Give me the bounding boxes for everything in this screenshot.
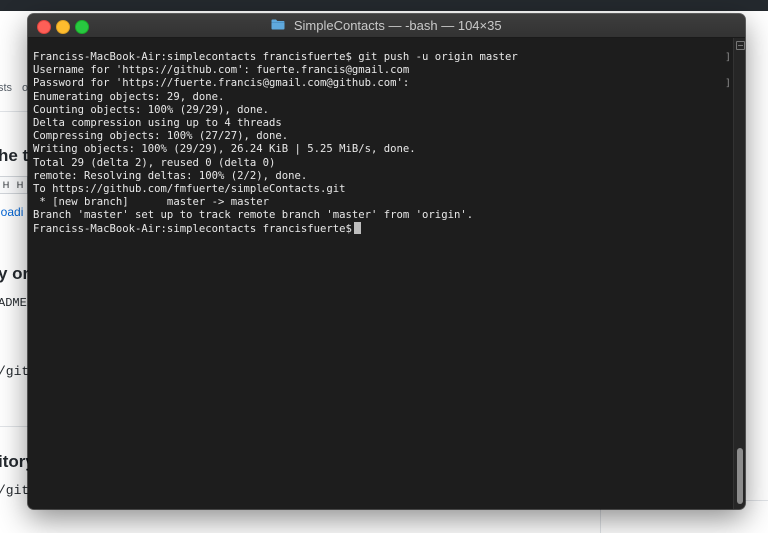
vertical-scrollbar[interactable]	[733, 38, 745, 509]
bg-link[interactable]: loadi	[0, 205, 23, 219]
terminal-line: Writing objects: 100% (29/29), 26.24 KiB…	[33, 143, 416, 156]
terminal-prompt: Franciss-MacBook-Air:simplecontacts fran…	[33, 223, 352, 236]
browser-top-bar	[0, 0, 768, 11]
bg-button-label: H	[16, 180, 24, 190]
bg-button-label: H	[2, 180, 10, 190]
bg-button[interactable]: H	[13, 176, 28, 194]
terminal-prompt-line[interactable]: Franciss-MacBook-Air:simplecontacts fran…	[33, 222, 518, 235]
terminal-line: Password for 'https://fuerte.francis@gma…	[33, 77, 410, 90]
bg-button[interactable]: H	[0, 176, 14, 194]
terminal-line: Branch 'master' set up to track remote b…	[33, 209, 474, 222]
scrollbar-thumb[interactable]	[737, 448, 743, 504]
terminal-line: Delta compression using up to 4 threads	[33, 116, 282, 129]
terminal-line: To https://github.com/fmfuerte/simpleCon…	[33, 182, 346, 195]
terminal-line: Compressing objects: 100% (27/27), done.	[33, 130, 289, 143]
terminal-line: * [new branch] master -> master	[33, 196, 269, 209]
scroll-top-icon[interactable]	[736, 41, 745, 50]
terminal-line: remote: Resolving deltas: 100% (2/2), do…	[33, 169, 308, 182]
terminal-output[interactable]: Franciss-MacBook-Air:simplecontacts fran…	[28, 38, 733, 509]
window-title-wrap: SimpleContacts — -bash — 104×35	[28, 14, 745, 37]
title-bar[interactable]: SimpleContacts — -bash — 104×35	[28, 14, 745, 38]
bg-code: /git	[0, 483, 30, 498]
bg-code: ADME	[0, 296, 27, 310]
text-cursor	[353, 222, 361, 235]
terminal-window[interactable]: SimpleContacts — -bash — 104×35 Franciss…	[28, 14, 745, 509]
bg-divider	[745, 500, 768, 501]
terminal-line: Total 29 (delta 2), reused 0 (delta 0)	[33, 156, 276, 169]
terminal-line: Username for 'https://github.com': fuert…	[33, 64, 410, 77]
window-title: SimpleContacts — -bash — 104×35	[293, 18, 502, 34]
terminal-line: Enumerating objects: 29, done.	[33, 90, 225, 103]
desktop-stage: sts o he th H H loadi y on ADME /git ito…	[0, 0, 768, 533]
bracket-mark: ]	[725, 52, 732, 63]
terminal-lines: Franciss-MacBook-Air:simplecontacts fran…	[33, 51, 518, 236]
bg-code: /git	[0, 364, 30, 379]
folder-icon	[271, 14, 285, 37]
bg-fragment: sts	[0, 82, 13, 94]
bracket-mark: ]	[725, 78, 732, 89]
terminal-line: Counting objects: 100% (29/29), done.	[33, 103, 269, 116]
terminal-line: Franciss-MacBook-Air:simplecontacts fran…	[33, 51, 518, 63]
